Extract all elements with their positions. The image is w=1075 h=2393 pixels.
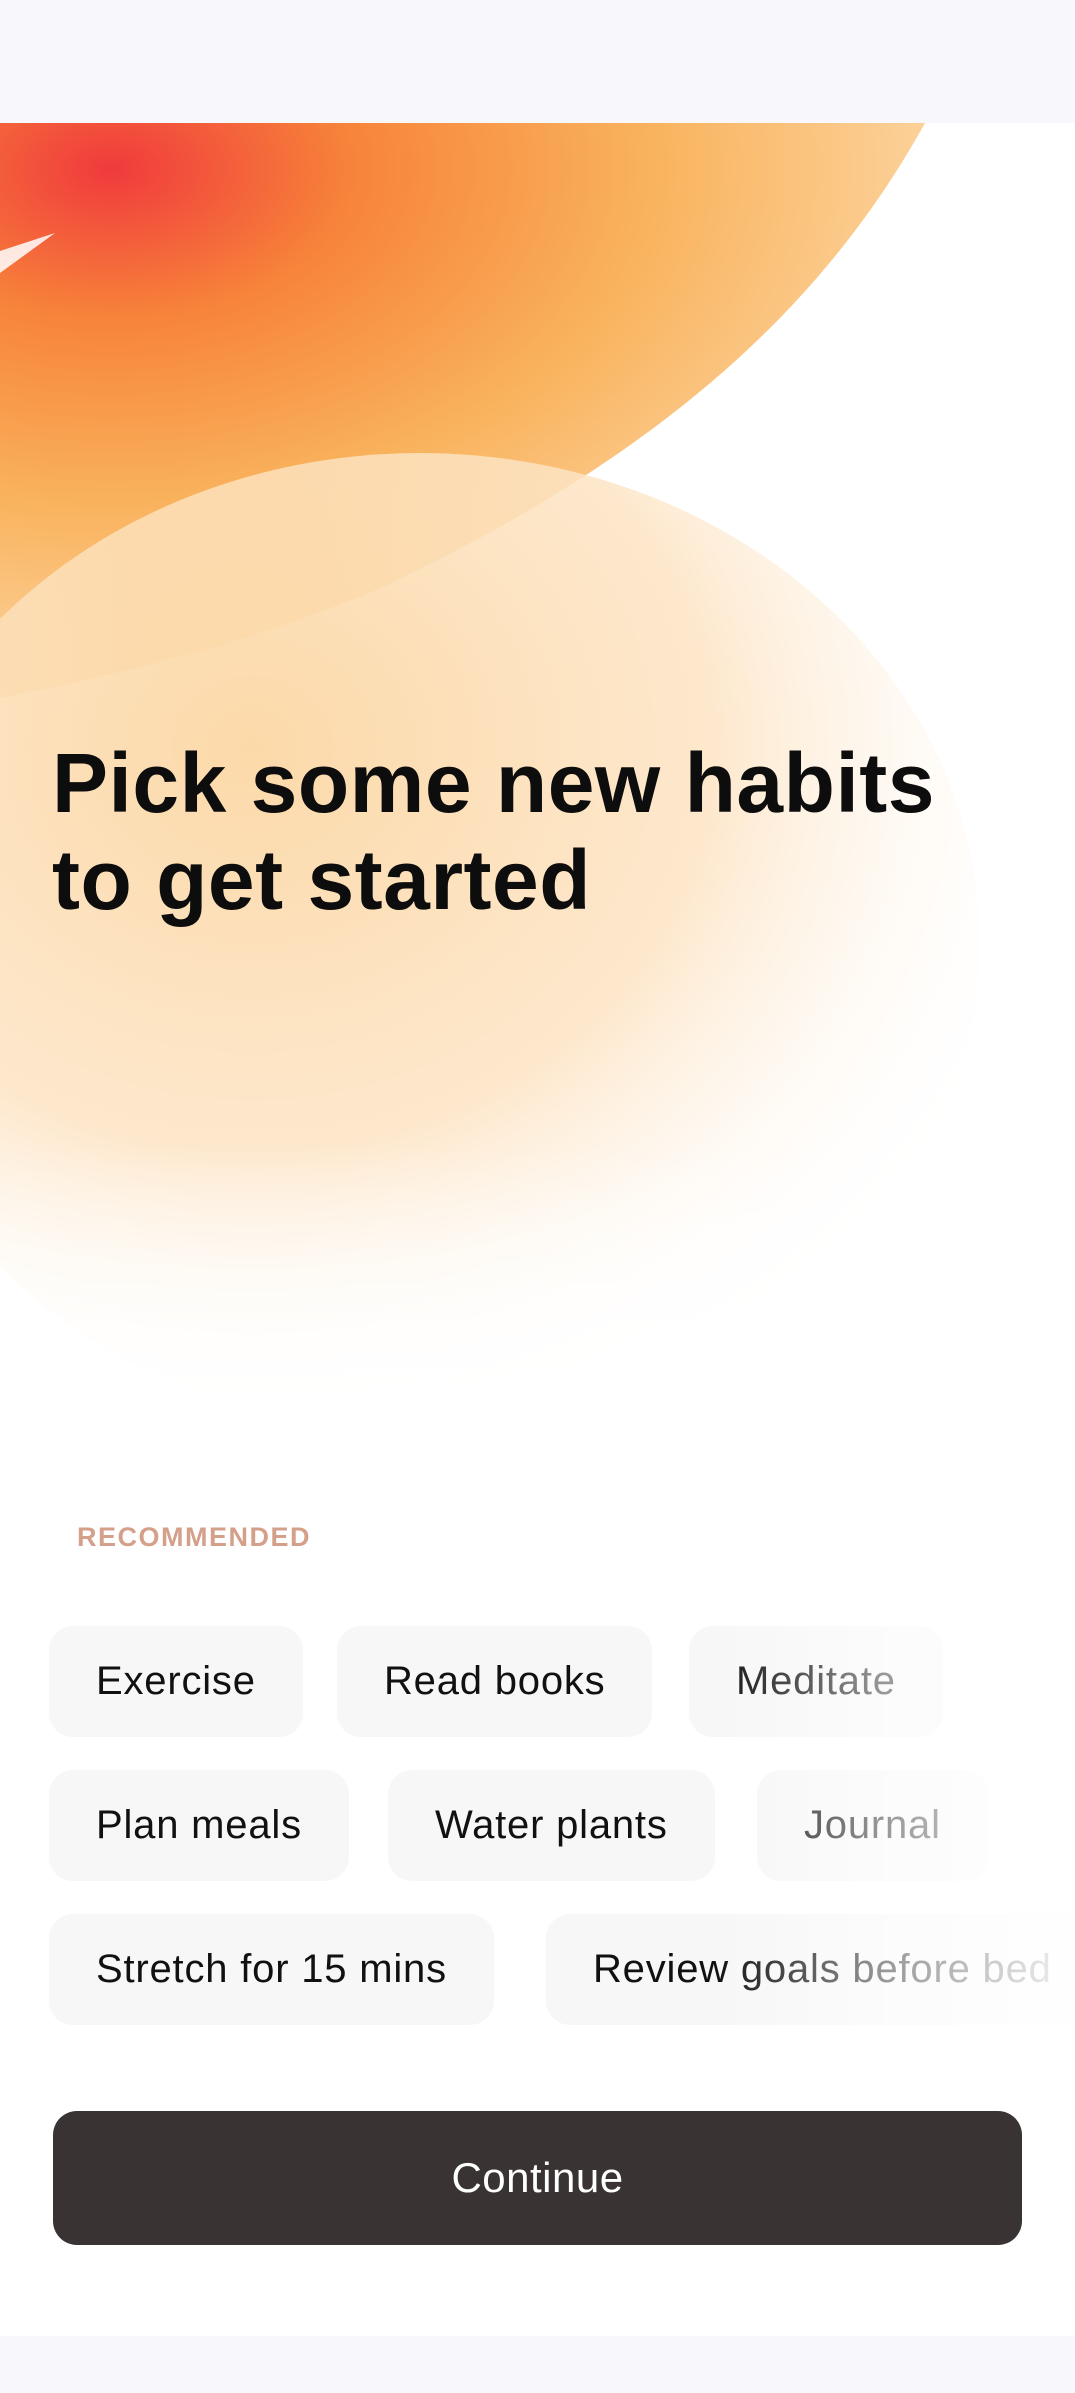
habit-row: Exercise Read books Meditate [0,1624,1075,1739]
habit-chip-review-goals[interactable]: Review goals before bed [546,1914,1075,2025]
habit-row: Stretch for 15 mins Review goals before … [0,1912,1075,2027]
navigation-bar [0,2336,1075,2393]
habit-chip-journal[interactable]: Journal [757,1770,988,1881]
habit-chip-exercise[interactable]: Exercise [49,1626,303,1737]
page-title: Pick some new habits to get started [52,736,935,927]
habit-chip-water-plants[interactable]: Water plants [388,1770,715,1881]
habit-chip-read-books[interactable]: Read books [337,1626,653,1737]
habit-chip-plan-meals[interactable]: Plan meals [49,1770,349,1881]
section-label-recommended: RECOMMENDED [77,1522,312,1552]
habit-row: Plan meals Water plants Journal [0,1768,1075,1883]
habit-chip-meditate[interactable]: Meditate [689,1626,943,1737]
status-bar [0,0,1075,123]
continue-button[interactable]: Continue [53,2111,1022,2245]
habit-chip-stretch[interactable]: Stretch for 15 mins [49,1914,494,2025]
